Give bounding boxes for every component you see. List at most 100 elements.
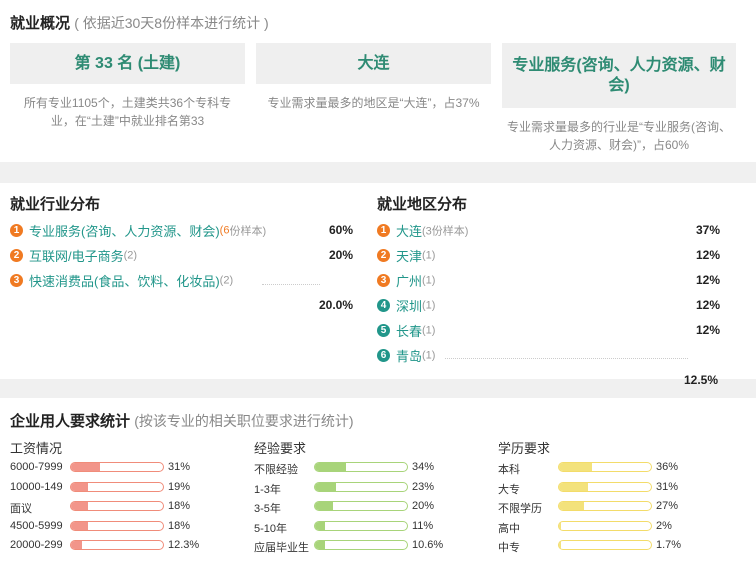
experience-title: 经验要求 [254,441,307,456]
salary-row: 6000-7999 31% [10,460,240,476]
distribution-section: 就业行业分布 就业地区分布 1 专业服务(咨询、人力资源、财会)(6份样本) 60… [0,183,756,387]
rank-badge: 5 [377,324,390,337]
requirements-title-text: 企业用人要求统计 [10,413,131,430]
industry-count-suffix: 份样本) [229,225,267,238]
ranking-value: 第 33 名 (土建) [74,54,181,72]
experience-pct: 34% [412,461,435,473]
top-industry-card: 专业服务(咨询、人力资源、财会) [502,43,736,108]
overview-title-text: 就业概况 [10,15,71,32]
requirements-title: 企业用人要求统计 (按该专业的相关职位要求进行统计) [10,410,354,431]
industry-pct: 20% [328,248,353,262]
top-region-card: 大连 [256,43,491,84]
education-label: 本科 [498,464,520,476]
rank-badge: 1 [10,224,23,237]
region-count: (1) [422,299,436,312]
education-bar-fill [559,502,584,510]
region-item[interactable]: 3 广州(1) [377,271,435,291]
region-pct: 12% [695,273,720,287]
industry-count: (2) [219,274,234,287]
industry-link[interactable]: 互联网/电子商务 [29,249,124,264]
education-pct: 31% [656,480,679,493]
experience-bar-fill [315,502,334,510]
top-industry-desc: 专业需求量最多的行业是“专业服务(咨询、人力资源、财会)”，占60% [507,120,731,152]
industry-link[interactable]: 快速消费品(食品、饮料、化妆品) [29,274,220,289]
region-item[interactable]: 6 青岛(1) [377,346,435,366]
top-region-desc: 专业需求量最多的地区是“大连”，占37% [267,96,480,110]
region-item[interactable]: 4 深圳(1) [377,296,435,316]
industry-item[interactable]: 1 专业服务(咨询、人力资源、财会)(6份样本) [10,221,266,241]
overview-title: 就业概况 ( 依据近30天8份样本进行统计 ) [10,12,269,33]
region-link[interactable]: 深圳 [396,299,422,314]
experience-row: 不限经验 34% [254,460,484,476]
region-pct: 12% [695,298,720,312]
experience-label: 1-3年 [254,483,281,496]
salary-label: 20000-299 [10,539,63,551]
education-row: 不限学历 27% [498,499,728,515]
salary-bar [70,540,164,550]
education-bar-fill [559,482,588,491]
education-label: 不限学历 [498,503,542,515]
industry-count: (2) [123,249,138,262]
region-link[interactable]: 广州 [396,274,422,289]
salary-bar-fill [71,521,88,530]
salary-bar-fill [71,502,88,510]
rank-badge: 3 [377,274,390,287]
salary-label: 4500-5999 [10,519,63,532]
region-count: (1) [422,249,436,262]
education-pct: 1.7% [656,539,682,551]
salary-label: 面议 [10,503,32,515]
industry-item[interactable]: 2 互联网/电子商务(2) [10,246,137,266]
experience-bar [314,481,408,492]
education-row: 大专 31% [498,480,728,496]
experience-row: 1-3年 23% [254,480,484,496]
industry-item[interactable]: 3 快速消费品(食品、饮料、化妆品)(2) [10,271,233,291]
education-row: 中专 1.7% [498,538,728,554]
experience-label: 应届毕业生 [254,542,309,554]
salary-pct: 18% [168,519,191,532]
rank-badge: 4 [377,299,390,312]
region-extra-pct: 12.5% [683,373,718,387]
experience-row: 3-5年 20% [254,499,484,515]
ranking-card: 第 33 名 (土建) [10,43,245,84]
experience-bar-fill [315,521,326,530]
salary-bar-fill [71,463,100,471]
dotted-leader [262,284,320,285]
region-link[interactable]: 大连 [396,224,422,239]
industry-link[interactable]: 专业服务(咨询、人力资源、财会) [29,224,220,239]
education-label: 大专 [498,483,520,496]
education-bar [558,462,652,472]
education-bar-fill [559,463,593,471]
salary-row: 4500-5999 18% [10,519,240,535]
education-bar [558,520,652,531]
experience-bar-fill [315,541,325,549]
region-pct: 12% [695,323,720,337]
region-count: (1) [422,324,436,337]
region-count: (1) [422,349,436,362]
salary-pct: 12.3% [168,539,200,551]
rank-badge: 2 [377,249,390,262]
top-region-value: 大连 [357,54,390,72]
education-pct: 36% [656,461,679,473]
education-bar-fill [559,541,561,549]
top-industry-value: 专业服务(咨询、人力资源、财会) [512,56,726,94]
industry-extra-pct: 20.0% [318,298,353,312]
education-row: 高中 2% [498,519,728,535]
region-item[interactable]: 2 天津(1) [377,246,435,266]
education-bar-fill [559,521,561,530]
experience-label: 5-10年 [254,522,288,535]
experience-pct: 20% [412,500,435,512]
region-link[interactable]: 天津 [396,249,422,264]
salary-column: 6000-7999 31% 10000-149 19% 面议 18% 4500-5999 18… [10,460,240,560]
region-item[interactable]: 5 长春(1) [377,321,435,341]
region-link[interactable]: 长春 [396,324,422,339]
rank-badge: 3 [10,274,23,287]
region-item[interactable]: 1 大连(3份样本) [377,221,468,241]
salary-row: 10000-149 19% [10,480,240,496]
salary-bar-fill [71,541,83,549]
salary-label: 6000-7999 [10,461,63,473]
salary-pct: 18% [168,500,191,512]
education-bar [558,540,652,550]
region-link[interactable]: 青岛 [396,349,422,364]
salary-bar [70,501,164,511]
salary-pct: 19% [168,480,191,493]
